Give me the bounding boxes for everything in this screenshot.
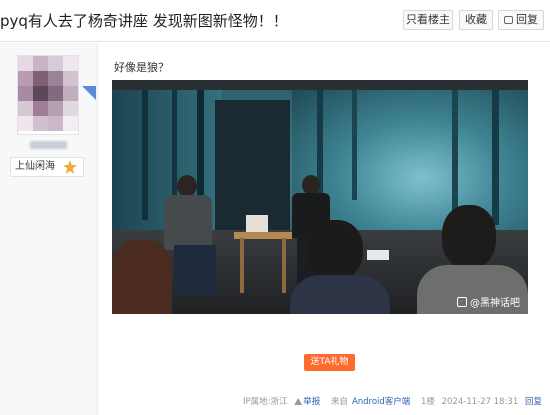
collect-button[interactable]: 收藏 bbox=[459, 10, 493, 30]
post-image[interactable]: @黑神话吧 bbox=[112, 80, 528, 314]
source-client-link[interactable]: Android客户端 bbox=[352, 397, 410, 407]
thread-title: pyq有人去了杨奇讲座 发现新图新怪物！！ bbox=[0, 12, 288, 30]
level-name: 上仙闲海 bbox=[15, 161, 55, 172]
author-badge-icon bbox=[82, 86, 96, 100]
report-link[interactable]: 举报 bbox=[294, 397, 324, 407]
level-badge[interactable]: 上仙闲海 bbox=[10, 157, 84, 177]
level-star-icon bbox=[63, 160, 77, 174]
thread-header: pyq有人去了杨奇讲座 发现新图新怪物！！ 只看楼主 收藏 回复 bbox=[0, 0, 550, 42]
post-footer: IP属地:浙江 举报 来自 Android客户端 1楼 2024-11-27 18… bbox=[243, 395, 546, 407]
image-watermark: @黑神话吧 bbox=[457, 294, 520, 309]
source-prefix: 来自 bbox=[330, 397, 348, 407]
only-op-button[interactable]: 只看楼主 bbox=[403, 10, 453, 30]
avatar[interactable] bbox=[17, 55, 79, 135]
send-gift-button[interactable]: 送TA礼物 bbox=[304, 354, 355, 371]
post-timestamp: 2024-11-27 18:31 bbox=[441, 397, 519, 407]
source-label: 来自 Android客户端 bbox=[331, 397, 414, 407]
footer-reply-link[interactable]: 回复 bbox=[525, 397, 542, 407]
reply-button[interactable]: 回复 bbox=[498, 10, 544, 30]
watermark-icon bbox=[457, 297, 467, 307]
watermark-text: @黑神话吧 bbox=[470, 298, 520, 309]
reply-icon bbox=[504, 16, 513, 24]
post-text: 好像是狼？ bbox=[114, 61, 169, 74]
ip-location: IP属地:浙江 bbox=[243, 397, 288, 407]
author-name-redacted[interactable] bbox=[30, 141, 67, 149]
report-icon bbox=[294, 398, 303, 405]
floor-number: 1楼 bbox=[421, 397, 435, 407]
report-label: 举报 bbox=[303, 397, 321, 407]
reply-button-label: 回复 bbox=[516, 13, 538, 26]
author-sidebar: 上仙闲海 bbox=[0, 43, 98, 415]
